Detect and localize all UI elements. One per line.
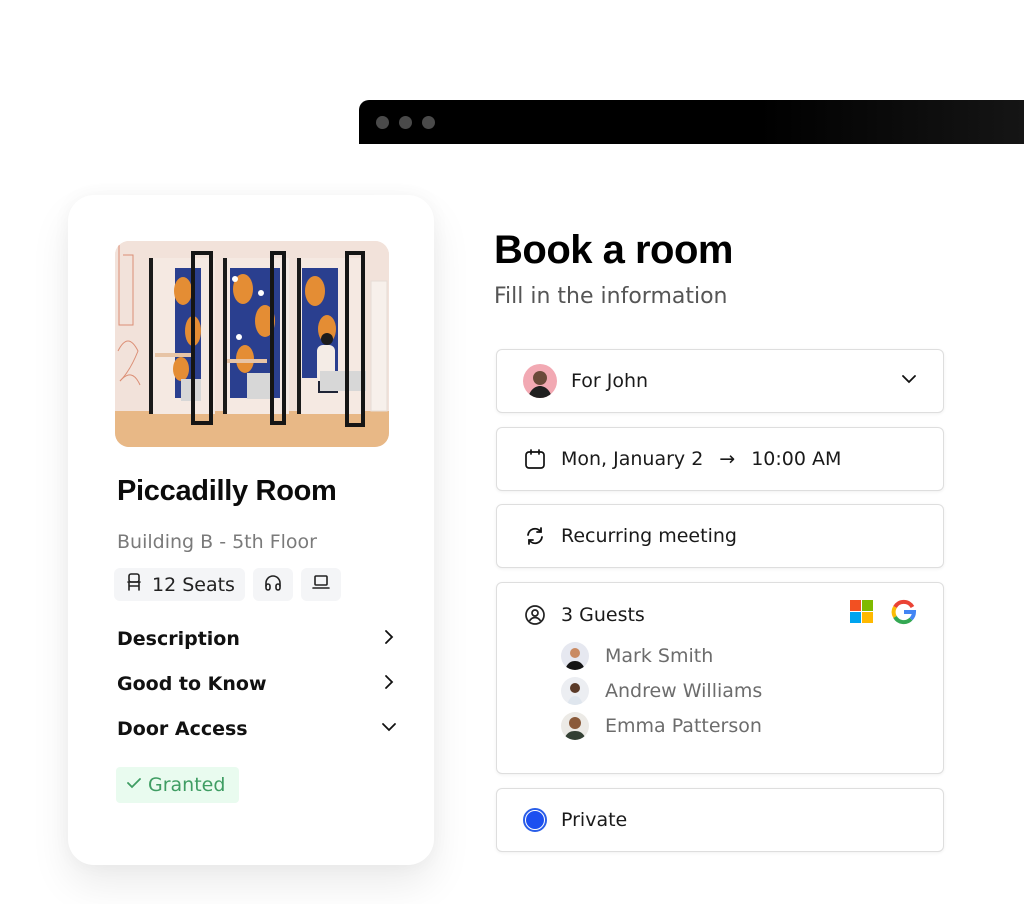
laptop-icon (311, 572, 331, 597)
room-location: Building B - 5th Floor (117, 531, 317, 553)
list-item[interactable]: Mark Smith (561, 641, 762, 670)
user-circle-icon (523, 603, 547, 627)
room-photo-image (115, 241, 389, 447)
privacy-label: Private (561, 809, 628, 831)
page-title: Book a room (494, 228, 733, 272)
recurring-meeting-field[interactable]: Recurring meeting (496, 504, 944, 568)
list-item[interactable]: Andrew Williams (561, 676, 763, 705)
chevron-right-icon (381, 673, 397, 695)
checkmark-icon (126, 774, 142, 796)
private-radio[interactable] (523, 808, 547, 832)
avatar (561, 711, 589, 740)
room-title: Piccadilly Room (117, 475, 337, 507)
guest-name: Andrew Williams (605, 679, 763, 702)
chevron-down-icon (381, 718, 397, 740)
room-photo (115, 241, 389, 447)
recurring-label: Recurring meeting (561, 525, 737, 547)
guests-count: 3 Guests (561, 603, 645, 626)
guest-list: Mark Smith Andrew Williams Emma Patterso… (561, 641, 763, 740)
microsoft-icon[interactable] (849, 599, 875, 630)
browser-window-bar (359, 100, 1024, 144)
room-card: Piccadilly Room Building B - 5th Floor 1… (68, 195, 434, 865)
amenity-seats: 12 Seats (114, 568, 245, 601)
section-good-to-know[interactable]: Good to Know (117, 669, 397, 699)
chevron-down-icon (901, 370, 917, 392)
avatar (561, 641, 589, 670)
user-select[interactable]: For John (496, 349, 944, 413)
section-label: Description (117, 628, 240, 650)
amenity-audio (252, 568, 293, 601)
list-item[interactable]: Emma Patterson (561, 711, 762, 740)
google-icon[interactable] (891, 599, 917, 630)
avatar (523, 364, 557, 398)
date-time-field[interactable]: Mon, January 2 → 10:00 AM (496, 427, 944, 491)
window-control-dot[interactable] (422, 116, 435, 129)
door-access-status-badge: Granted (116, 767, 240, 803)
guest-name: Emma Patterson (605, 714, 762, 737)
chair-icon (124, 572, 144, 597)
headphones-icon (263, 572, 283, 597)
date-value: Mon, January 2 (561, 448, 704, 470)
guests-field[interactable]: 3 Guests Mark Smith Andrew Williams Emma… (496, 582, 944, 774)
section-label: Good to Know (117, 673, 267, 695)
status-label: Granted (148, 774, 226, 796)
avatar (561, 676, 589, 705)
guests-header: 3 Guests (523, 599, 917, 630)
guest-name: Mark Smith (605, 644, 714, 667)
refresh-icon (523, 524, 547, 548)
calendar-icon (523, 447, 547, 471)
privacy-option[interactable]: Private (496, 788, 944, 852)
time-value: 10:00 AM (751, 448, 842, 470)
section-description[interactable]: Description (117, 624, 397, 654)
amenities-list: 12 Seats (114, 568, 341, 601)
section-label: Door Access (117, 718, 248, 740)
amenity-screen (300, 568, 341, 601)
window-control-dot[interactable] (376, 116, 389, 129)
section-door-access[interactable]: Door Access (117, 714, 397, 744)
chevron-right-icon (381, 628, 397, 650)
window-control-dot[interactable] (399, 116, 412, 129)
user-select-value: For John (571, 370, 649, 392)
amenity-label: 12 Seats (152, 573, 235, 596)
page-subtitle: Fill in the information (494, 284, 728, 309)
arrow-right-icon: → (719, 448, 736, 470)
